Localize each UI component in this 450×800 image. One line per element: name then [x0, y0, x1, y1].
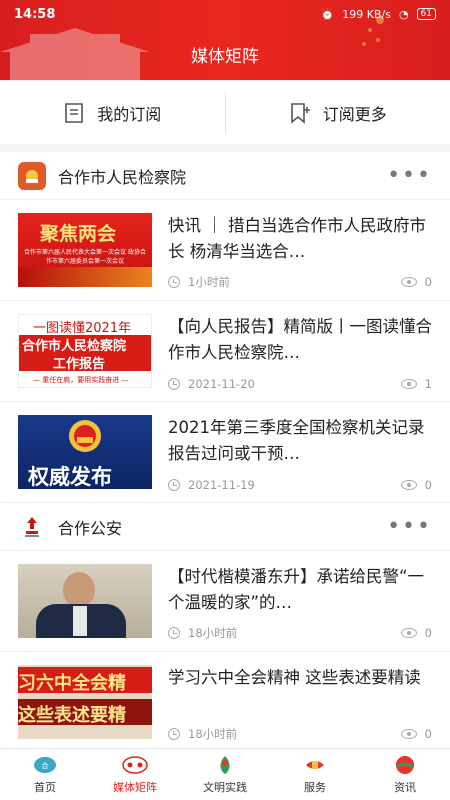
- thumbnail-subtitle: — 重任在肩，要用实践奋进 —: [33, 376, 129, 384]
- article-time: 2021-11-19: [188, 478, 255, 492]
- tab-label: 媒体矩阵: [113, 781, 157, 794]
- thumbnail-line-2: 合作市人民检察院: [22, 339, 127, 354]
- article-item[interactable]: 聚焦两会 合作市第六届人民代表大会第一次会议 政协合作市第六届委员会第一次会议 …: [0, 200, 450, 301]
- article-thumbnail: 权威发布: [18, 415, 152, 489]
- clock-icon: [168, 479, 180, 491]
- police-logo: [18, 513, 46, 541]
- more-options-icon[interactable]: •••: [387, 164, 432, 186]
- thumbnail-line-1: 一图读懂2021年: [33, 321, 132, 336]
- eye-icon: [400, 729, 417, 739]
- alarm-icon: ⏰: [320, 7, 335, 21]
- article-title: 【向人民报告】精简版丨一图读懂合作市人民检察院…: [168, 317, 432, 362]
- view-count: 0: [400, 478, 432, 492]
- article-meta: 18小时前 0: [168, 726, 432, 742]
- article-item[interactable]: 权威发布 2021年第三季度全国检察机关记录报告过问或干预… 2021-11-1…: [0, 402, 450, 503]
- subscription-list-icon: [65, 103, 84, 123]
- article-meta: 18小时前 0: [168, 625, 432, 641]
- status-icons: ⏰ 199 KB/s ◔ 61: [321, 8, 436, 21]
- thumbnail-line-1: 习六中全会精: [18, 673, 126, 694]
- view-count-value: 0: [424, 727, 432, 741]
- tab-home[interactable]: 合 首页: [0, 749, 90, 800]
- article-title: 【时代楷模潘东升】承诺给民警“一个温暖的家”的…: [168, 567, 425, 612]
- clock-icon: [168, 627, 180, 639]
- procuratorate-logo: [18, 161, 46, 190]
- thumbnail-line-2: 这些表述要精: [18, 705, 126, 726]
- tab-civilization-practice[interactable]: 文明实践: [180, 749, 270, 800]
- tab-news[interactable]: 资讯: [360, 749, 450, 800]
- article-title: 快讯 ｜ 措白当选合作市人民政府市长 杨清华当选合…: [168, 216, 426, 261]
- tab-label: 资讯: [394, 781, 416, 794]
- subscribe-bar: 我的订阅 订阅更多: [0, 82, 450, 144]
- view-count: 0: [400, 275, 432, 289]
- article-time: 2021-11-20: [188, 377, 255, 391]
- view-count: 1: [400, 377, 432, 391]
- section-name: 合作公安: [58, 518, 123, 538]
- view-count-value: 0: [424, 478, 432, 492]
- battery-icon: 61: [416, 8, 436, 20]
- view-count-value: 0: [424, 275, 432, 289]
- thumbnail-subtitle: 合作市第六届人民代表大会第一次会议 政协合作市第六届委员会第一次会议: [24, 249, 146, 265]
- network-speed: 199 KB/s: [342, 7, 391, 21]
- article-item[interactable]: 习六中全会精 这些表述要精 学习六中全会精神 这些表述要精读 18小时前 0: [0, 652, 450, 748]
- status-bar: 14:58 ⏰ 199 KB/s ◔ 61: [0, 0, 450, 28]
- section-name: 合作市人民检察院: [58, 167, 187, 187]
- procuratorate-emblem: [69, 420, 101, 452]
- article-meta: 2021-11-19 0: [168, 478, 432, 492]
- page-title: 媒体矩阵: [191, 47, 259, 67]
- article-thumbnail: 聚焦两会 合作市第六届人民代表大会第一次会议 政协合作市第六届委员会第一次会议: [18, 213, 152, 287]
- status-time: 14:58: [14, 6, 56, 22]
- article-thumbnail: [18, 564, 152, 638]
- wifi-icon: ◔: [398, 7, 409, 21]
- thumbnail-title: 聚焦两会: [40, 223, 117, 245]
- view-count: 0: [400, 727, 432, 741]
- app-header: 14:58 ⏰ 199 KB/s ◔ 61 媒体矩阵: [0, 0, 450, 80]
- view-count-value: 0: [424, 626, 432, 640]
- article-time: 1小时前: [188, 275, 230, 289]
- tab-service[interactable]: 服务: [270, 749, 360, 800]
- article-title: 学习六中全会精神 这些表述要精读: [168, 668, 421, 687]
- clock-icon: [168, 378, 180, 390]
- bottom-tab-bar: 合 首页 媒体矩阵 文明实践 服务 资讯: [0, 748, 450, 800]
- clock-icon: [168, 728, 180, 740]
- article-item[interactable]: 一图读懂2021年 合作市人民检察院 工作报告 — 重任在肩，要用实践奋进 — …: [0, 301, 450, 402]
- tab-label: 文明实践: [203, 781, 247, 794]
- eye-icon: [400, 628, 417, 638]
- service-icon: [302, 754, 328, 776]
- view-count: 0: [400, 626, 432, 640]
- article-thumbnail: 习六中全会精 这些表述要精: [18, 665, 152, 739]
- thumbnail-line-3: 工作报告: [53, 357, 106, 372]
- more-options-icon[interactable]: •••: [387, 515, 432, 537]
- article-item[interactable]: 【时代楷模潘东升】承诺给民警“一个温暖的家”的… 18小时前 0: [0, 551, 450, 652]
- tab-label: 服务: [304, 781, 326, 794]
- article-meta: 2021-11-20 1: [168, 377, 432, 391]
- subscribe-more-label: 订阅更多: [322, 105, 387, 124]
- eye-icon: [400, 379, 417, 389]
- article-time: 18小时前: [188, 727, 238, 741]
- media-matrix-icon: [122, 754, 148, 776]
- clock-icon: [168, 276, 180, 288]
- article-thumbnail: 一图读懂2021年 合作市人民检察院 工作报告 — 重任在肩，要用实践奋进 —: [18, 314, 152, 388]
- view-count-value: 1: [424, 377, 432, 391]
- news-icon: [392, 754, 418, 776]
- my-subscriptions-button[interactable]: 我的订阅: [0, 101, 225, 125]
- eye-icon: [400, 277, 417, 287]
- home-icon: 合: [32, 754, 58, 776]
- bookmark-add-icon: [290, 103, 310, 124]
- eye-icon: [400, 480, 417, 490]
- civilization-icon: [212, 754, 238, 776]
- thumbnail-title: 权威发布: [28, 465, 112, 489]
- subscribe-more-button[interactable]: 订阅更多: [226, 101, 450, 125]
- article-time: 18小时前: [188, 626, 238, 640]
- tab-label: 首页: [34, 781, 56, 794]
- section-header[interactable]: 合作公安 •••: [0, 503, 450, 551]
- tab-media-matrix[interactable]: 媒体矩阵: [90, 749, 180, 800]
- my-subscriptions-label: 我的订阅: [97, 105, 162, 124]
- article-meta: 1小时前 0: [168, 274, 432, 290]
- svg-text:合: 合: [42, 761, 49, 770]
- article-title: 2021年第三季度全国检察机关记录报告过问或干预…: [168, 418, 425, 463]
- section-header[interactable]: 合作市人民检察院 •••: [0, 152, 450, 200]
- feed-list[interactable]: 合作市人民检察院 ••• 聚焦两会 合作市第六届人民代表大会第一次会议 政协合作…: [0, 152, 450, 748]
